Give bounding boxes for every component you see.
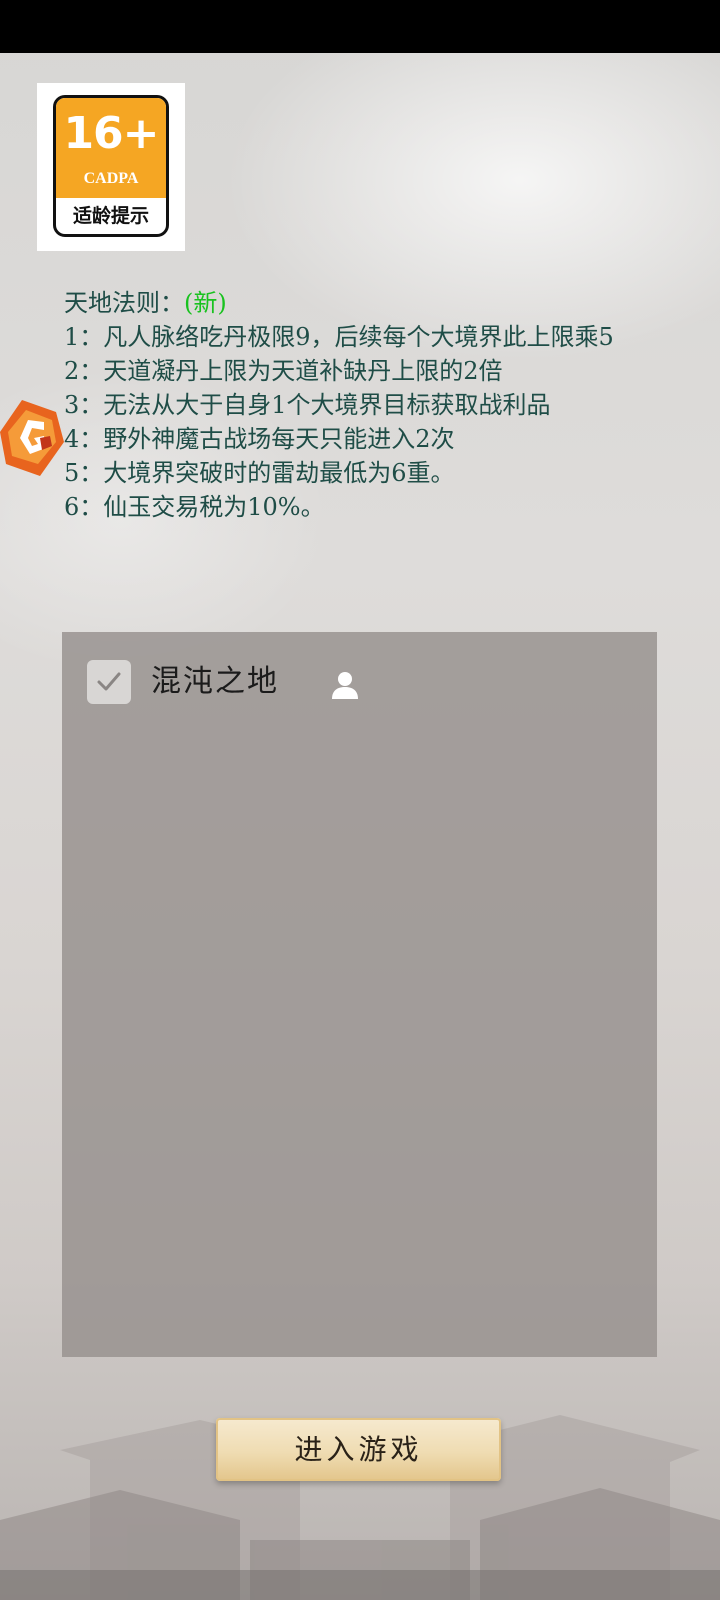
rules-title-line: 天地法则：(新) xyxy=(64,286,664,320)
enter-game-button[interactable]: 进入游戏 xyxy=(216,1418,501,1481)
age-rating-caption: 适龄提示 xyxy=(72,205,149,227)
age-rating-top: 16+ CADPA xyxy=(56,98,166,198)
rules-title: 天地法则： xyxy=(64,289,184,317)
age-rating-frame: 16+ CADPA 适龄提示 xyxy=(53,95,169,237)
age-rating-org: CADPA xyxy=(83,170,139,187)
server-checkbox[interactable] xyxy=(87,660,131,704)
server-name: 混沌之地 xyxy=(151,664,279,699)
user-icon xyxy=(332,672,358,699)
rule-item: 5：大境界突破时的雷劫最低为6重。 xyxy=(64,459,455,487)
server-list-panel: 混沌之地 xyxy=(62,632,657,1357)
rule-item: 1：凡人脉络吃丹极限9，后续每个大境界此上限乘5 xyxy=(64,323,614,351)
rules-text-block: 天地法则：(新) 1：凡人脉络吃丹极限9，后续每个大境界此上限乘5 2：天道凝丹… xyxy=(64,286,664,524)
age-rating-number: 16+ xyxy=(63,108,159,159)
age-rating-badge: 16+ CADPA 适龄提示 xyxy=(37,83,185,251)
palace-background-illustration xyxy=(0,1415,720,1600)
rule-item: 2：天道凝丹上限为天道补缺丹上限的2倍 xyxy=(64,357,503,385)
rules-new-tag: (新) xyxy=(184,289,227,317)
checkmark-icon xyxy=(97,672,121,691)
floating-app-logo-icon[interactable] xyxy=(0,398,64,478)
rule-item: 3：无法从大于自身1个大境界目标获取战利品 xyxy=(64,391,551,419)
status-bar xyxy=(0,0,720,53)
server-item[interactable]: 混沌之地 xyxy=(87,657,387,707)
rule-item: 6：仙玉交易税为10%。 xyxy=(64,493,325,521)
rule-item: 4：野外神魔古战场每天只能进入2次 xyxy=(64,425,455,453)
